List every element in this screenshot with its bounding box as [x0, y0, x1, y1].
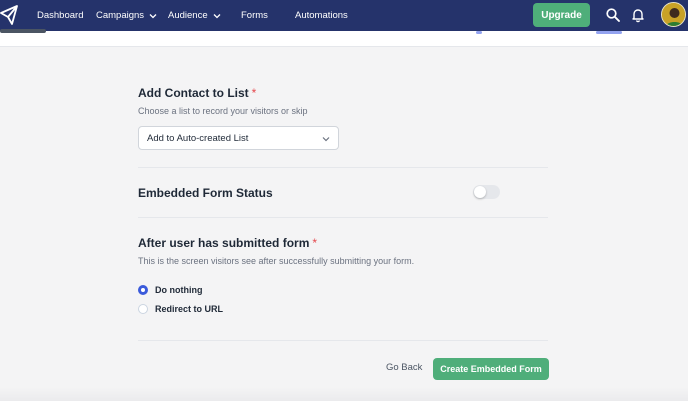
form-settings-panel — [0, 47, 688, 401]
nav-campaigns-label: Campaigns — [96, 10, 145, 21]
cropped-link — [476, 31, 482, 34]
cropped-link — [596, 31, 622, 34]
paper-plane-logo-icon[interactable] — [0, 4, 20, 26]
avatar-image — [662, 3, 685, 26]
upgrade-button[interactable]: Upgrade — [533, 3, 590, 27]
after-submit-title-text: After user has submitted form — [138, 236, 310, 250]
avatar[interactable] — [661, 2, 686, 27]
go-back-button[interactable]: Go Back — [386, 362, 422, 373]
contact-list-title: Add Contact to List * — [138, 86, 256, 100]
search-icon[interactable] — [605, 7, 621, 23]
radio-label: Redirect to URL — [155, 304, 224, 314]
toggle-knob — [474, 186, 486, 198]
nav-forms[interactable]: Forms — [241, 0, 268, 31]
radio-do-nothing[interactable]: Do nothing — [138, 283, 202, 297]
nav-dashboard-label: Dashboard — [37, 10, 84, 21]
radio-button[interactable] — [138, 285, 148, 295]
contact-list-help: Choose a list to record your visitors or… — [138, 106, 308, 116]
nav-forms-label: Forms — [241, 10, 268, 21]
nav-dashboard[interactable]: Dashboard — [37, 0, 83, 31]
cropped-title — [0, 29, 46, 33]
divider — [138, 340, 548, 341]
nav-automations[interactable]: Automations — [295, 0, 348, 31]
contact-list-title-text: Add Contact to List — [138, 86, 249, 100]
radio-label: Do nothing — [155, 285, 203, 295]
radio-button[interactable] — [138, 304, 148, 314]
chevron-down-icon — [322, 137, 330, 142]
form-status-title: Embedded Form Status — [138, 186, 273, 200]
chevron-down-icon — [149, 13, 157, 18]
contact-list-selected-value: Add to Auto-created List — [147, 132, 249, 144]
nav-campaigns[interactable]: Campaigns — [96, 0, 157, 31]
required-mark: * — [312, 236, 318, 250]
page-bottom-edge — [0, 387, 688, 401]
nav-automations-label: Automations — [295, 10, 348, 21]
after-submit-help: This is the screen visitors see after su… — [138, 256, 415, 266]
contact-list-select[interactable]: Add to Auto-created List — [138, 126, 339, 150]
divider — [138, 167, 548, 168]
divider — [138, 217, 548, 218]
create-embedded-form-button[interactable]: Create Embedded Form — [433, 358, 549, 380]
bell-icon[interactable] — [630, 7, 646, 23]
page-header-strip — [0, 29, 688, 47]
after-submit-title: After user has submitted form * — [138, 236, 317, 250]
nav-audience-label: Audience — [168, 10, 208, 21]
form-status-toggle[interactable] — [473, 185, 500, 199]
top-navigation-bar: Dashboard Campaigns Audience Forms Autom… — [0, 0, 688, 31]
required-mark: * — [251, 86, 257, 100]
chevron-down-icon — [213, 13, 221, 18]
nav-audience[interactable]: Audience — [168, 0, 221, 31]
radio-redirect-url[interactable]: Redirect to URL — [138, 302, 223, 316]
